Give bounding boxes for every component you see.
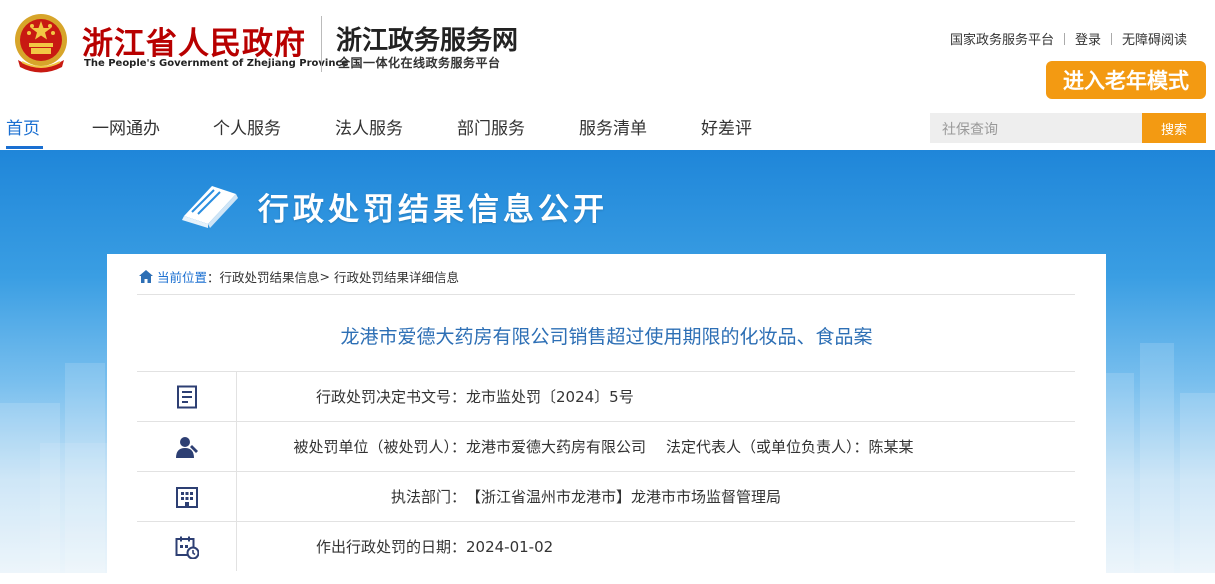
punished-party-label: 被处罚单位（被处罚人）： bbox=[293, 438, 466, 456]
decision-date-label: 作出行政处罚的日期： bbox=[315, 538, 466, 556]
service-subtitle: 全国一体化在线政务服务平台 bbox=[338, 56, 501, 70]
home-icon bbox=[139, 270, 153, 283]
info-row-punished-party: 被处罚单位（被处罚人）： 龙港市爱德大药房有限公司 法定代表人（或单位负责人）：… bbox=[137, 421, 1075, 471]
gov-subtitle: The People's Government of Zhejiang Prov… bbox=[84, 58, 349, 69]
nav-item-home[interactable]: 首页 bbox=[6, 114, 40, 139]
elder-mode-button[interactable]: 进入老年模式 bbox=[1046, 61, 1206, 99]
breadcrumb-item-list[interactable]: 行政处罚结果信息 bbox=[220, 267, 320, 286]
link-separator bbox=[1110, 32, 1112, 45]
book-icon bbox=[182, 186, 238, 228]
breadcrumb-divider bbox=[137, 294, 1075, 295]
decision-date-value: 2024-01-02 bbox=[466, 537, 554, 556]
info-row-decision-number: 行政处罚决定书文号： 龙市监处罚〔2024〕5号 bbox=[137, 371, 1075, 421]
nav-item-personal[interactable]: 个人服务 bbox=[213, 114, 281, 139]
breadcrumb-current-label: 当前位置 bbox=[157, 270, 208, 285]
national-emblem-icon[interactable] bbox=[12, 12, 70, 74]
nav-item-service-list[interactable]: 服务清单 bbox=[579, 114, 647, 139]
decision-number-value: 龙市监处罚〔2024〕5号 bbox=[466, 388, 634, 406]
breadcrumb: 当前位置 ： 行政处罚结果信息 > 行政处罚结果详细信息 bbox=[139, 267, 459, 286]
person-icon bbox=[175, 436, 198, 458]
legal-representative-value: 陈某某 bbox=[868, 438, 914, 456]
case-title: 龙港市爱德大药房有限公司销售超过使用期限的化妆品、食品案 bbox=[340, 326, 873, 348]
nav-item-legal-entity[interactable]: 法人服务 bbox=[335, 114, 403, 139]
building-icon bbox=[175, 486, 198, 508]
info-row-enforcement-department: 执法部门： 【浙江省温州市龙港市】龙港市市场监督管理局 bbox=[137, 471, 1075, 521]
link-separator bbox=[1063, 32, 1065, 45]
service-title[interactable]: 浙江政务服务网 bbox=[336, 20, 518, 57]
calendar-icon bbox=[175, 536, 199, 559]
search-input[interactable]: 社保查询 bbox=[930, 113, 1142, 143]
nav-item-one-stop[interactable]: 一网通办 bbox=[92, 114, 160, 139]
info-row-decision-date: 作出行政处罚的日期： 2024-01-02 bbox=[137, 521, 1075, 571]
nav-item-department[interactable]: 部门服务 bbox=[457, 114, 525, 139]
document-icon bbox=[176, 385, 197, 408]
national-platform-link[interactable]: 国家政务服务平台 bbox=[950, 29, 1054, 48]
top-links: 国家政务服务平台 登录 无障碍阅读 bbox=[950, 29, 1187, 48]
breadcrumb-item-detail[interactable]: 行政处罚结果详细信息 bbox=[334, 267, 459, 286]
enforcement-department-label: 执法部门： bbox=[390, 488, 466, 506]
search-button[interactable]: 搜索 bbox=[1142, 113, 1206, 143]
accessibility-link[interactable]: 无障碍阅读 bbox=[1122, 29, 1187, 48]
case-info-table: 行政处罚决定书文号： 龙市监处罚〔2024〕5号 被处罚单位（被处罚人）： 龙港… bbox=[137, 371, 1075, 571]
banner-title: 行政处罚结果信息公开 bbox=[258, 192, 608, 228]
enforcement-department-value: 【浙江省温州市龙港市】龙港市市场监督管理局 bbox=[466, 488, 782, 506]
legal-representative-label: 法定代表人（或单位负责人）： bbox=[666, 438, 869, 456]
main-nav: 首页 一网通办 个人服务 法人服务 部门服务 服务清单 好差评 社保查询 搜索 bbox=[0, 104, 1215, 150]
content-card: 当前位置 ： 行政处罚结果信息 > 行政处罚结果详细信息 龙港市爱德大药房有限公… bbox=[107, 254, 1106, 584]
decision-number-label: 行政处罚决定书文号： bbox=[315, 388, 466, 406]
nav-active-indicator bbox=[6, 146, 43, 149]
site-header: 浙江省人民政府 The People's Government of Zheji… bbox=[0, 0, 1215, 100]
gov-title[interactable]: 浙江省人民政府 bbox=[82, 18, 306, 63]
header-divider bbox=[321, 16, 322, 72]
login-link[interactable]: 登录 bbox=[1075, 29, 1101, 48]
breadcrumb-separator: > bbox=[319, 269, 331, 284]
nav-item-rating[interactable]: 好差评 bbox=[701, 114, 752, 139]
breadcrumb-colon: ： bbox=[207, 270, 220, 285]
punished-party-value: 龙港市爱德大药房有限公司 bbox=[466, 438, 647, 456]
